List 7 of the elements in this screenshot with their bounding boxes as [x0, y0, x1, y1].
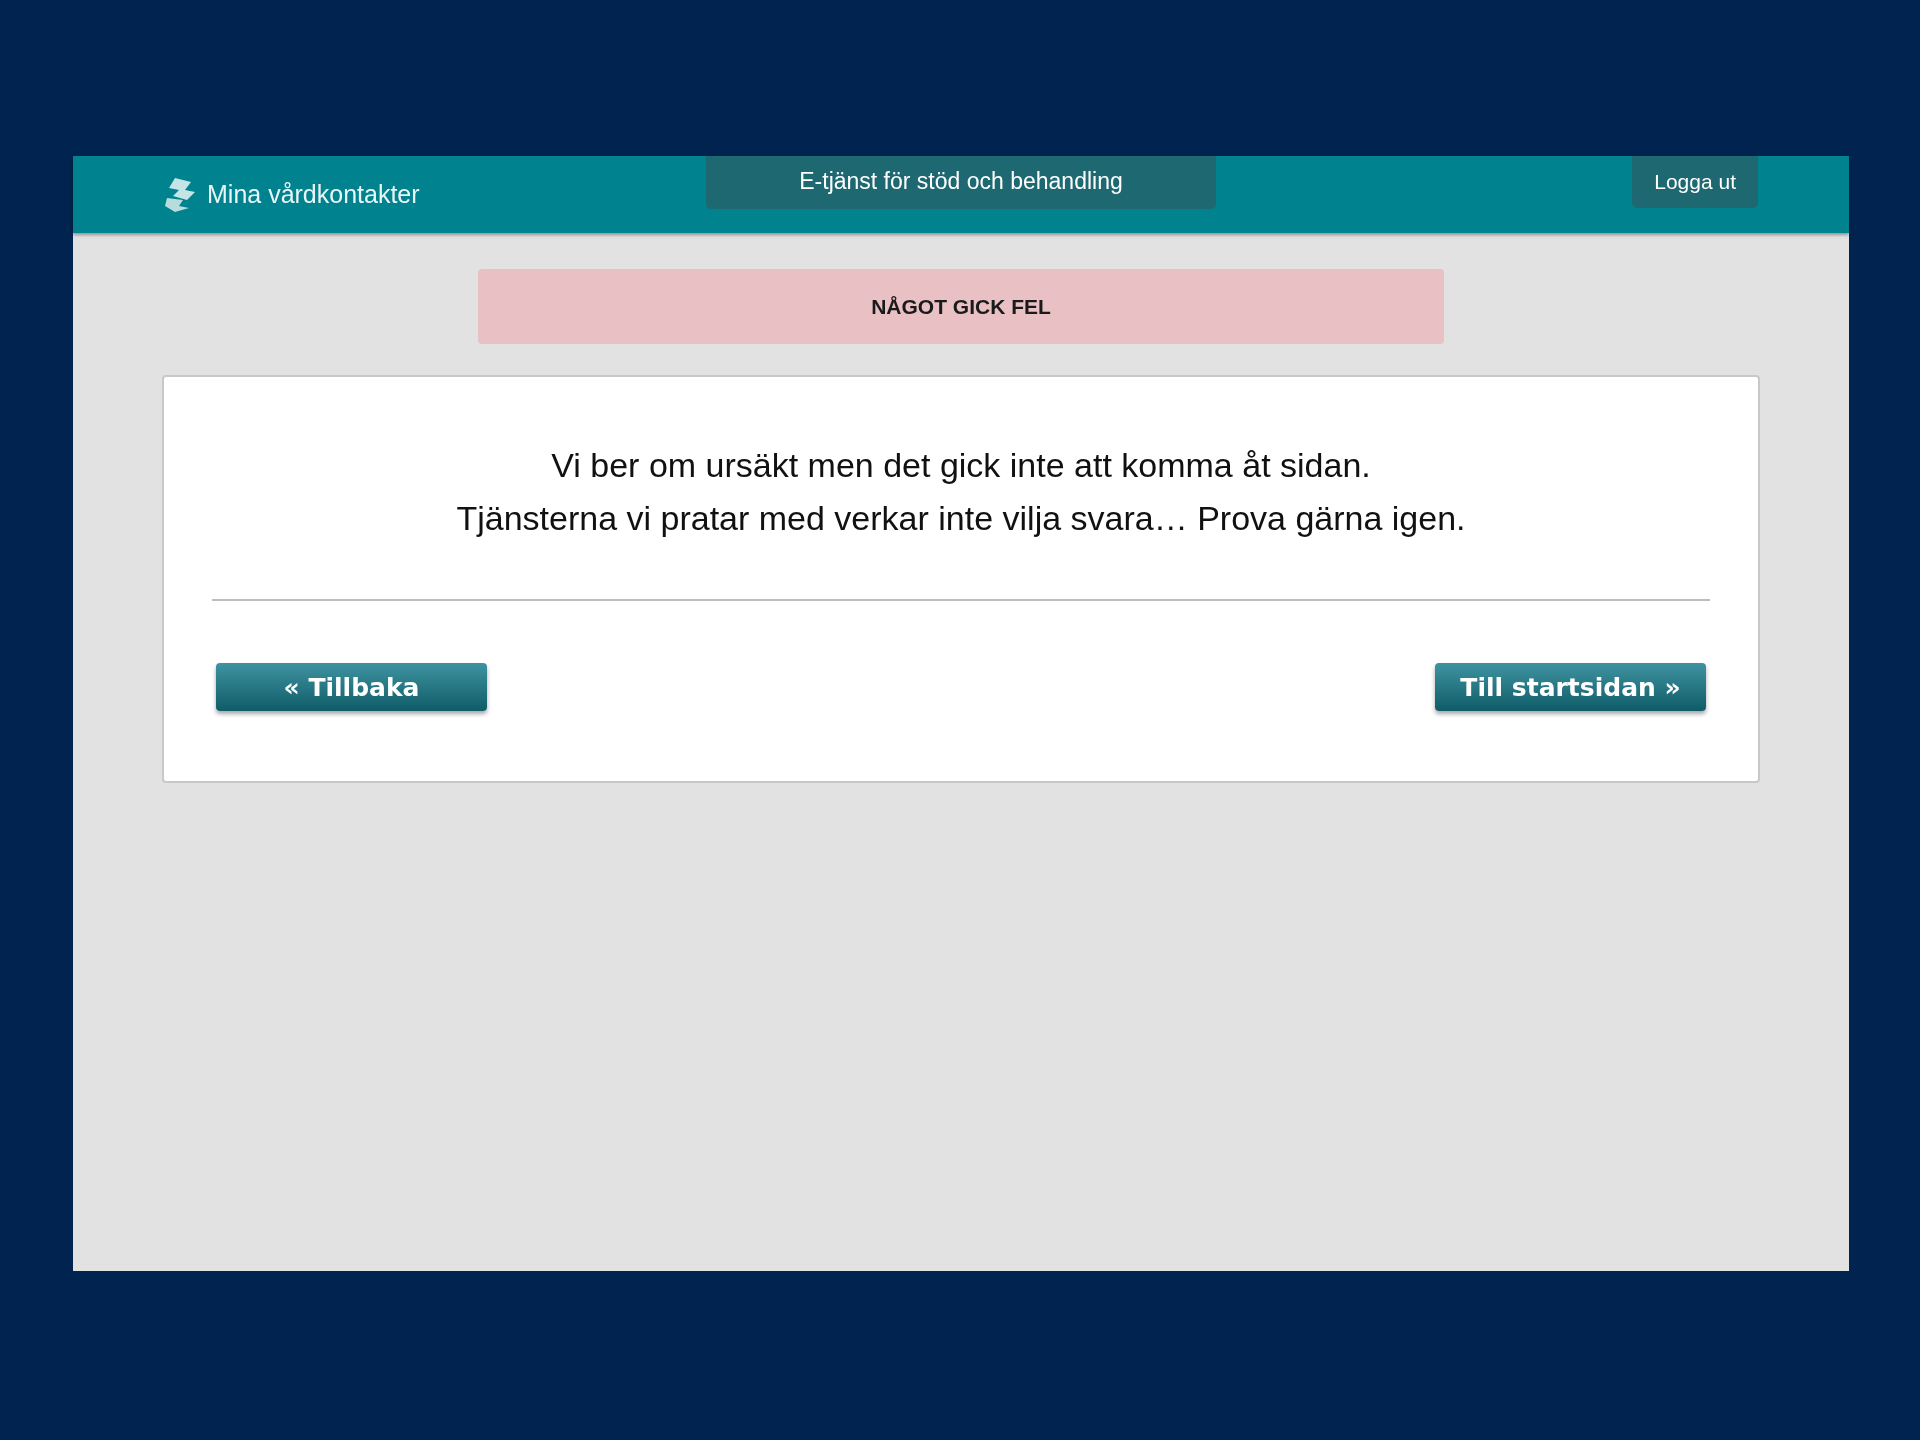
- error-title: NÅGOT GICK FEL: [871, 294, 1051, 319]
- logout-button[interactable]: Logga ut: [1632, 156, 1758, 208]
- logo-text: Mina vårdkontakter: [207, 179, 420, 209]
- message-text: Vi ber om ursäkt men det gick inte att komma åt sidan.: [550, 445, 1372, 486]
- back-button[interactable]: « Tillbaka: [216, 663, 487, 711]
- start-page-button[interactable]: Till startsidan »: [1435, 663, 1706, 711]
- message-text: Tjänsterna vi pratar med verkar inte vilja svara… Prova gärna igen.: [455, 498, 1467, 539]
